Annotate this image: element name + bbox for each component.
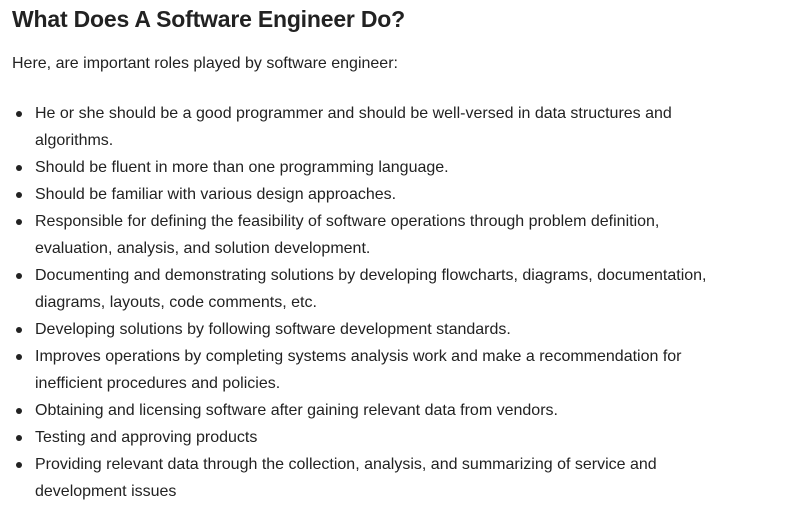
bullet-icon [16, 354, 22, 360]
list-item-text: Testing and approving products [35, 429, 258, 446]
list-item-text: Responsible for defining the feasibility… [35, 213, 660, 257]
list-item: Obtaining and licensing software after g… [12, 397, 732, 424]
list-item-text: Developing solutions by following softwa… [35, 321, 511, 338]
bullet-icon [16, 435, 22, 441]
bullet-icon [16, 192, 22, 198]
list-item: Testing and approving products [12, 424, 732, 451]
list-item: Providing relevant data through the coll… [12, 451, 732, 505]
list-item-text: Obtaining and licensing software after g… [35, 402, 558, 419]
list-item: Improves operations by completing system… [12, 343, 732, 397]
list-item: Responsible for defining the feasibility… [12, 208, 732, 262]
list-item: Developing solutions by following softwa… [12, 316, 732, 343]
bullet-icon [16, 273, 22, 279]
list-item: Should be fluent in more than one progra… [12, 154, 732, 181]
list-item-text: Should be fluent in more than one progra… [35, 159, 449, 176]
article: What Does A Software Engineer Do? Here, … [0, 0, 802, 524]
bullet-icon [16, 462, 22, 468]
list-item: Should be familiar with various design a… [12, 181, 732, 208]
list-item: Documenting and demonstrating solutions … [12, 262, 732, 316]
page-title: What Does A Software Engineer Do? [12, 6, 405, 32]
list-item-text: He or she should be a good programmer an… [35, 105, 672, 149]
roles-list: He or she should be a good programmer an… [12, 100, 732, 505]
bullet-icon [16, 111, 22, 117]
bullet-icon [16, 408, 22, 414]
list-item-text: Providing relevant data through the coll… [35, 456, 657, 500]
bullet-icon [16, 165, 22, 171]
intro-text: Here, are important roles played by soft… [12, 55, 398, 72]
bullet-icon [16, 327, 22, 333]
list-item-text: Improves operations by completing system… [35, 348, 682, 392]
list-item-text: Should be familiar with various design a… [35, 186, 397, 203]
bullet-icon [16, 219, 22, 225]
list-item-text: Documenting and demonstrating solutions … [35, 267, 707, 311]
list-item: He or she should be a good programmer an… [12, 100, 732, 154]
